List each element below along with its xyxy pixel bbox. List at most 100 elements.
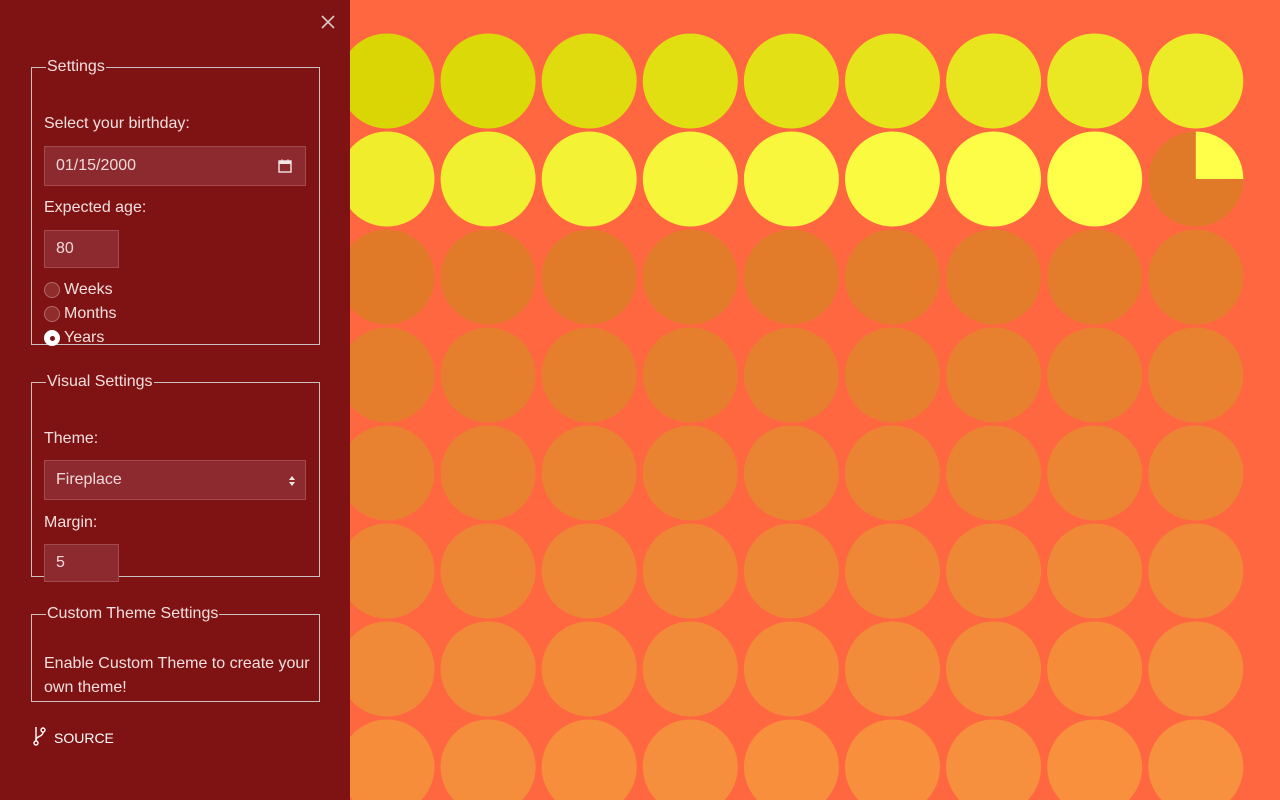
future-year-circle <box>642 229 738 325</box>
lived-year-circle <box>946 131 1042 227</box>
lived-year-circle <box>845 131 940 227</box>
lived-year-circle <box>946 33 1042 129</box>
future-year-circle <box>743 719 839 800</box>
future-year-circle <box>440 523 536 619</box>
lived-year-circle <box>440 131 536 227</box>
expected-age-value: 80 <box>56 240 74 257</box>
custom-theme-fieldset: Custom Theme Settings Enable Custom Them… <box>31 605 320 702</box>
theme-value: Fireplace <box>56 471 122 488</box>
radio-weeks[interactable]: Weeks <box>44 279 113 301</box>
close-icon[interactable] <box>318 12 338 32</box>
future-year-circle <box>1148 719 1244 800</box>
future-year-circle <box>845 327 940 423</box>
future-year-circle <box>541 719 637 800</box>
future-year-circle <box>946 425 1042 521</box>
future-year-circle <box>845 229 940 325</box>
birthday-label: Select your birthday: <box>44 115 190 132</box>
radio-label: Months <box>64 305 117 322</box>
future-year-circle <box>541 621 637 717</box>
lived-year-circle <box>541 131 637 227</box>
expected-age-label: Expected age: <box>44 199 147 216</box>
radio-label: Weeks <box>64 281 113 298</box>
future-year-circle <box>339 719 435 800</box>
future-year-circle <box>946 327 1042 423</box>
lived-year-circle <box>339 33 435 129</box>
birthday-date-input[interactable]: 01/15/2000 <box>44 146 306 186</box>
lived-year-circle <box>1047 33 1143 129</box>
future-year-circle <box>440 327 536 423</box>
source-label: SOURCE <box>54 729 114 746</box>
future-year-circle <box>339 425 435 521</box>
visual-settings-legend: Visual Settings <box>47 373 153 390</box>
future-year-circle <box>743 621 839 717</box>
future-year-circle <box>1148 229 1244 325</box>
future-year-circle <box>1148 621 1244 717</box>
future-year-circle <box>642 523 738 619</box>
future-year-circle <box>743 425 839 521</box>
lived-year-circle <box>1148 33 1244 129</box>
birthday-value: 01/15/2000 <box>56 157 137 174</box>
lived-year-circle <box>743 131 839 227</box>
future-year-circle <box>946 621 1042 717</box>
settings-sidebar: Settings Select your birthday: 01/15/200… <box>0 0 350 800</box>
future-year-circle <box>642 719 738 800</box>
future-year-circle <box>541 523 637 619</box>
future-year-circle <box>339 523 435 619</box>
future-year-circle <box>541 425 637 521</box>
lived-year-circle <box>440 33 536 129</box>
future-year-circle <box>1047 425 1143 521</box>
radio-months[interactable]: Months <box>44 303 116 325</box>
future-year-circle <box>440 719 536 800</box>
future-year-circle <box>541 327 637 423</box>
custom-theme-legend: Custom Theme Settings <box>47 605 219 622</box>
radio-years[interactable]: Years <box>44 327 104 349</box>
lived-year-circle <box>743 33 839 129</box>
future-year-circle <box>339 229 435 325</box>
future-year-circle <box>845 523 940 619</box>
git-branch-icon <box>32 726 54 749</box>
future-year-circle <box>1047 523 1143 619</box>
future-year-circle <box>743 229 839 325</box>
lived-year-circle <box>642 33 738 129</box>
settings-legend: Settings <box>47 58 105 75</box>
radio-button-selected[interactable] <box>44 330 60 346</box>
custom-theme-message: Enable Custom Theme to create your own t… <box>44 655 310 696</box>
radio-label: Years <box>64 329 105 346</box>
future-year-circle <box>946 523 1042 619</box>
lived-year-circle <box>541 33 637 129</box>
future-year-circle <box>440 425 536 521</box>
current-year-progress-slice <box>1195 131 1244 179</box>
settings-fieldset: Settings Select your birthday: 01/15/200… <box>31 58 320 346</box>
future-year-circle <box>541 229 637 325</box>
future-year-circle <box>642 621 738 717</box>
select-arrows-icon <box>288 474 296 493</box>
lived-year-circle <box>1047 131 1143 227</box>
future-year-circle <box>845 425 940 521</box>
future-year-circle <box>440 621 536 717</box>
radio-button[interactable] <box>44 306 60 322</box>
future-year-circle <box>1148 425 1244 521</box>
future-year-circle <box>946 229 1042 325</box>
margin-value: 5 <box>56 554 65 571</box>
future-year-circle <box>1148 327 1244 423</box>
theme-select[interactable]: Fireplace <box>44 460 306 500</box>
lived-year-circle <box>642 131 738 227</box>
radio-button[interactable] <box>44 282 60 298</box>
margin-label: Margin: <box>44 514 98 531</box>
future-year-circle <box>743 523 839 619</box>
future-year-circle <box>743 327 839 423</box>
lived-year-circle <box>845 33 940 129</box>
future-year-circle <box>440 229 536 325</box>
future-year-circle <box>1047 719 1143 800</box>
visual-settings-fieldset: Visual Settings Theme: Fireplace Margin:… <box>31 373 320 582</box>
future-year-circle <box>642 327 738 423</box>
future-year-circle <box>1148 523 1244 619</box>
source-link[interactable]: SOURCE <box>32 726 114 749</box>
margin-input[interactable]: 5 <box>44 544 119 582</box>
future-year-circle <box>845 621 940 717</box>
expected-age-input[interactable]: 80 <box>44 230 119 268</box>
theme-label: Theme: <box>44 430 99 447</box>
calendar-icon[interactable] <box>277 158 293 179</box>
future-year-circle <box>339 621 435 717</box>
future-year-circle <box>845 719 940 800</box>
